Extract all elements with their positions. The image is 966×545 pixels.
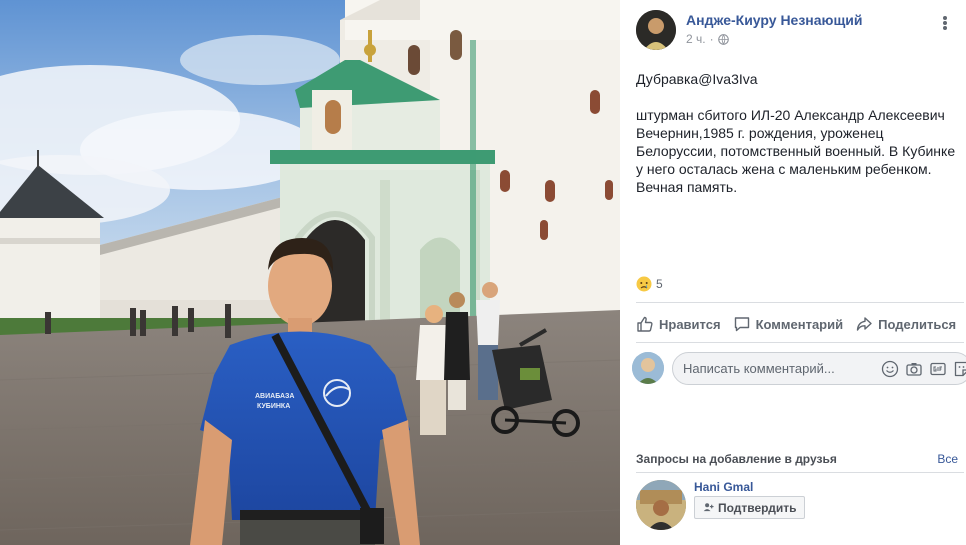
shirt-text-line1: АВИАБАЗА (255, 393, 294, 400)
divider (636, 302, 964, 303)
dot-separator: · (709, 32, 714, 46)
friend-requests-title: Запросы на добавление в друзья (636, 452, 837, 466)
author-avatar[interactable] (636, 10, 676, 50)
post-side-panel: Андже-Киуру Незнающий 2 ч. · Дубравка@Iv… (620, 0, 966, 545)
share-label: Поделиться (878, 316, 957, 332)
divider (636, 472, 964, 473)
sticker-icon[interactable] (953, 360, 966, 378)
thumbs-up-icon (637, 316, 653, 332)
photo-viewer: АВИАБАЗА КУБИНКА Андже-Киуру Незнающий 2… (0, 0, 966, 545)
friend-name-link[interactable]: Hani Gmal (694, 480, 753, 494)
globe-icon[interactable] (717, 33, 729, 45)
shirt-text-line2: КУБИНКА (257, 403, 290, 410)
comment-icon (734, 317, 749, 332)
sad-reaction-icon (636, 276, 652, 292)
add-friend-icon (703, 503, 714, 512)
share-icon (856, 317, 872, 331)
commenter-avatar[interactable] (632, 352, 664, 384)
see-all-link[interactable]: Все (937, 452, 958, 466)
friend-avatar[interactable] (636, 480, 686, 530)
divider (636, 342, 964, 343)
comment-button[interactable]: Комментарий (733, 315, 844, 333)
comment-label: Комментарий (755, 316, 844, 332)
like-label: Нравится (659, 316, 721, 332)
comment-input[interactable] (683, 353, 873, 384)
reaction-count: 5 (656, 277, 663, 291)
confirm-friend-button[interactable]: Подтвердить (694, 496, 806, 519)
post-paragraph: Дубравка@Iva3Iva (636, 71, 758, 87)
camera-icon[interactable] (905, 360, 923, 378)
comment-box (672, 352, 966, 385)
post-meta: 2 ч. · (686, 32, 729, 46)
reactions-summary[interactable]: 5 (636, 276, 663, 292)
comment-tools (881, 360, 966, 378)
more-options-icon[interactable] (936, 14, 954, 32)
confirm-label: Подтвердить (718, 500, 797, 515)
friend-request-item: Hani Gmal Подтвердить (636, 478, 966, 530)
share-button[interactable]: Поделиться (855, 315, 956, 333)
comment-composer (632, 352, 966, 386)
post-paragraph: штурман сбитого ИЛ-20 Александр Алексеев… (636, 107, 956, 195)
post-header: Андже-Киуру Незнающий 2 ч. · (636, 10, 966, 52)
gif-icon[interactable] (929, 360, 947, 378)
emoji-icon[interactable] (881, 360, 899, 378)
author-name-link[interactable]: Андже-Киуру Незнающий (686, 12, 863, 28)
post-time[interactable]: 2 ч. (686, 32, 706, 46)
post-photo[interactable]: АВИАБАЗА КУБИНКА (0, 0, 620, 545)
like-button[interactable]: Нравится (636, 315, 721, 333)
post-body: Дубравка@Iva3Iva штурман сбитого ИЛ-20 А… (636, 70, 958, 214)
photo-illustration: АВИАБАЗА КУБИНКА (0, 0, 620, 545)
post-actions: Нравится Комментарий Поделиться (636, 312, 966, 336)
